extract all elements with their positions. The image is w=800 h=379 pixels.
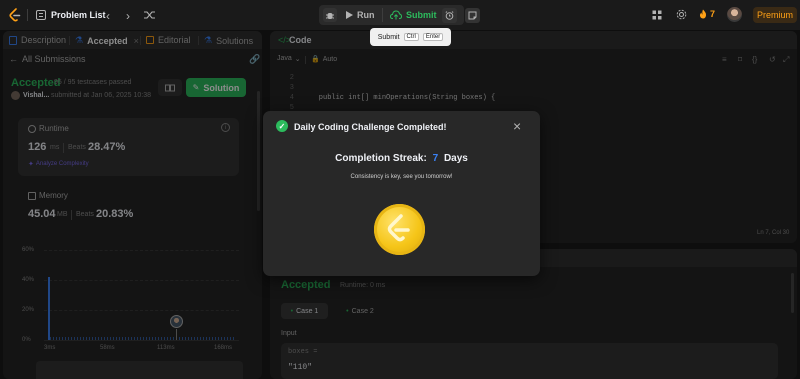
modal-message: Consistency is key, see you tomorrow! [350,174,453,180]
close-icon[interactable]: × [513,118,521,134]
streak-unit: Days [443,153,468,164]
layout-grid-icon[interactable] [652,10,662,20]
run-label: Run [357,10,375,20]
check-circle-icon: ✓ [276,120,288,132]
premium-button[interactable]: Premium [753,7,797,23]
submit-button[interactable]: Submit [386,7,438,23]
play-icon [346,11,353,19]
leetcode-coin-icon [374,204,425,255]
prev-problem-icon[interactable]: ‹ [106,9,110,23]
user-avatar[interactable] [727,7,742,22]
notes-icon[interactable] [465,8,480,23]
problem-list-icon[interactable] [36,10,46,20]
streak-count: 7 [710,9,716,19]
submit-label: Submit [406,10,437,20]
streak-line: Completion Streak: 7 Days [263,153,540,164]
debug-icon[interactable] [323,8,337,22]
alarm-icon[interactable] [442,8,457,23]
daily-challenge-modal: ✓ Daily Coding Challenge Completed! × Co… [263,111,540,276]
streak-counter[interactable]: 7 [699,9,715,19]
enter-key: Enter [422,33,444,41]
problem-list-link[interactable]: Problem List [51,10,106,20]
flame-icon [699,9,707,19]
leetcode-logo-icon[interactable] [9,8,21,22]
modal-title: Daily Coding Challenge Completed! [294,122,447,132]
ctrl-key: Ctrl [403,33,419,41]
top-bar: Problem List ‹ › Run Submit 7 Premium [0,0,800,30]
settings-gear-icon[interactable] [676,9,687,20]
next-problem-icon[interactable]: › [126,9,130,23]
cloud-upload-icon [390,10,402,20]
run-button[interactable]: Run [340,8,380,22]
submit-shortcut-tooltip: Submit Ctrl Enter [370,28,451,46]
streak-label: Completion Streak: [335,153,427,164]
streak-value: 7 [432,153,439,164]
shuffle-icon[interactable] [144,10,155,20]
